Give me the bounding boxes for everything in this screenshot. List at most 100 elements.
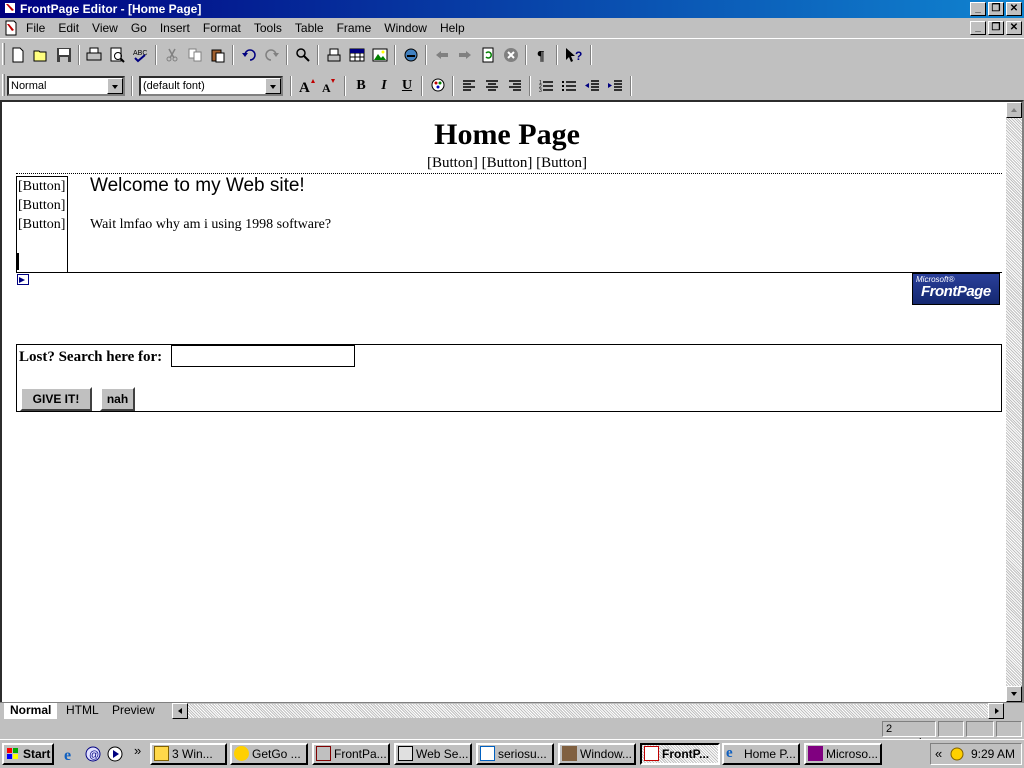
hyperlink-icon[interactable] (400, 44, 422, 66)
doc-close-button[interactable]: ✕ (1006, 21, 1022, 35)
menu-help[interactable]: Help (440, 21, 465, 35)
italic-button[interactable]: I (373, 75, 395, 97)
toolbar-handle[interactable] (2, 74, 5, 96)
refresh-icon[interactable] (477, 44, 499, 66)
bulleted-list-icon[interactable] (558, 75, 580, 97)
doc-minimize-button[interactable]: _ (970, 21, 986, 35)
reset-button[interactable]: nah (100, 387, 135, 411)
align-left-icon[interactable] (458, 75, 480, 97)
menu-frame[interactable]: Frame (337, 21, 372, 35)
save-disk-icon[interactable] (53, 44, 75, 66)
underline-button[interactable]: U (396, 75, 418, 97)
increase-font-icon[interactable]: A (296, 75, 318, 97)
task-web-server[interactable]: Web Se... (394, 743, 472, 765)
menu-table[interactable]: Table (295, 21, 324, 35)
insert-table-icon[interactable] (346, 44, 368, 66)
scroll-right-button[interactable] (988, 703, 1004, 719)
ie-icon: e (726, 745, 733, 761)
vertical-scrollbar[interactable] (1006, 102, 1022, 702)
restore-button[interactable]: ❐ (988, 2, 1004, 16)
cut-icon[interactable] (161, 44, 183, 66)
scroll-up-button[interactable] (1006, 102, 1022, 118)
task-frontpage-explorer[interactable]: FrontPa... (312, 743, 390, 765)
help-pointer-icon[interactable]: ? (562, 44, 584, 66)
print-icon[interactable] (83, 44, 105, 66)
font-dropdown[interactable]: (default font) (139, 76, 283, 96)
insert-image-icon[interactable] (369, 44, 391, 66)
outlook-quicklaunch-icon[interactable]: @ (84, 745, 102, 763)
menu-tools[interactable]: Tools (254, 21, 282, 35)
left-nav-button[interactable]: [Button] (17, 196, 67, 215)
text-color-icon[interactable] (427, 75, 449, 97)
task-seriosu[interactable]: seriosu... (476, 743, 554, 765)
chevron-down-icon[interactable] (265, 78, 281, 94)
scroll-down-button[interactable] (1006, 686, 1022, 702)
bold-button[interactable]: B (350, 75, 372, 97)
menu-view[interactable]: View (92, 21, 118, 35)
numbered-list-icon[interactable]: 123 (535, 75, 557, 97)
network-tray-icon[interactable] (949, 746, 965, 762)
task-getgo[interactable]: GetGo ... (230, 743, 308, 765)
toolbar-handle[interactable] (2, 43, 5, 65)
tab-normal[interactable]: Normal (4, 703, 58, 719)
task-windows-group[interactable]: 3 Win... (150, 743, 227, 765)
menu-edit[interactable]: Edit (58, 21, 79, 35)
start-button[interactable]: Start (2, 743, 54, 765)
clock[interactable]: 9:29 AM (971, 747, 1015, 761)
new-page-icon[interactable] (7, 44, 29, 66)
back-arrow-icon[interactable] (431, 44, 453, 66)
redo-icon[interactable] (261, 44, 283, 66)
align-right-icon[interactable] (504, 75, 526, 97)
paste-icon[interactable] (207, 44, 229, 66)
tray-expand-icon[interactable]: « (935, 746, 942, 761)
chevron-down-icon[interactable] (107, 78, 123, 94)
task-frontpage-editor[interactable]: FrontP... (640, 743, 720, 765)
doc-restore-button[interactable]: ❐ (988, 21, 1004, 35)
open-folder-icon[interactable] (30, 44, 52, 66)
editor-canvas[interactable]: Home Page [Button] [Button] [Button] [Bu… (0, 100, 1024, 704)
menu-window[interactable]: Window (384, 21, 427, 35)
task-label: Window... (580, 747, 633, 761)
document-control-icon[interactable] (3, 20, 19, 36)
tab-preview[interactable]: Preview (106, 703, 161, 719)
undo-icon[interactable] (238, 44, 260, 66)
left-nav-button[interactable]: [Button] (17, 215, 67, 234)
submit-button[interactable]: GIVE IT! (20, 387, 92, 411)
increase-indent-icon[interactable] (604, 75, 626, 97)
show-explorer-icon[interactable] (292, 44, 314, 66)
ie-quicklaunch-icon[interactable]: e (62, 745, 80, 763)
spelling-icon[interactable]: ABC (129, 44, 151, 66)
frontpage-app-icon[interactable] (3, 1, 17, 15)
left-navbar[interactable]: [Button] [Button] [Button] (16, 176, 68, 273)
task-microsoft[interactable]: Microso... (804, 743, 882, 765)
start-label: Start (23, 747, 51, 761)
scroll-left-button[interactable] (172, 703, 188, 719)
task-home-page[interactable]: e Home P... (722, 743, 800, 765)
menu-go[interactable]: Go (131, 21, 147, 35)
top-navbar[interactable]: [Button] [Button] [Button] (2, 155, 1012, 172)
copy-icon[interactable] (184, 44, 206, 66)
show-paragraph-icon[interactable]: ¶ (531, 44, 553, 66)
media-quicklaunch-icon[interactable] (106, 745, 124, 763)
task-windows[interactable]: Window... (558, 743, 636, 765)
close-button[interactable]: ✕ (1006, 2, 1022, 16)
print-preview-icon[interactable] (106, 44, 128, 66)
decrease-indent-icon[interactable] (581, 75, 603, 97)
quicklaunch-more-icon[interactable]: » (134, 743, 141, 758)
title-bar: FrontPage Editor - [Home Page] _ ❐ ✕ (0, 0, 1024, 18)
insert-webbot-icon[interactable] (323, 44, 345, 66)
minimize-button[interactable]: _ (970, 2, 986, 16)
menu-format[interactable]: Format (203, 21, 241, 35)
include-marker-icon[interactable] (17, 274, 29, 285)
search-input[interactable] (171, 345, 355, 367)
menu-insert[interactable]: Insert (160, 21, 190, 35)
decrease-font-icon[interactable]: A (318, 75, 340, 97)
horizontal-scrollbar[interactable] (172, 703, 1004, 719)
align-center-icon[interactable] (481, 75, 503, 97)
tab-html[interactable]: HTML (60, 703, 105, 719)
menu-file[interactable]: File (26, 21, 45, 35)
forward-arrow-icon[interactable] (454, 44, 476, 66)
stop-icon[interactable] (500, 44, 522, 66)
left-nav-button[interactable]: [Button] (17, 177, 67, 196)
style-dropdown[interactable]: Normal (7, 76, 125, 96)
